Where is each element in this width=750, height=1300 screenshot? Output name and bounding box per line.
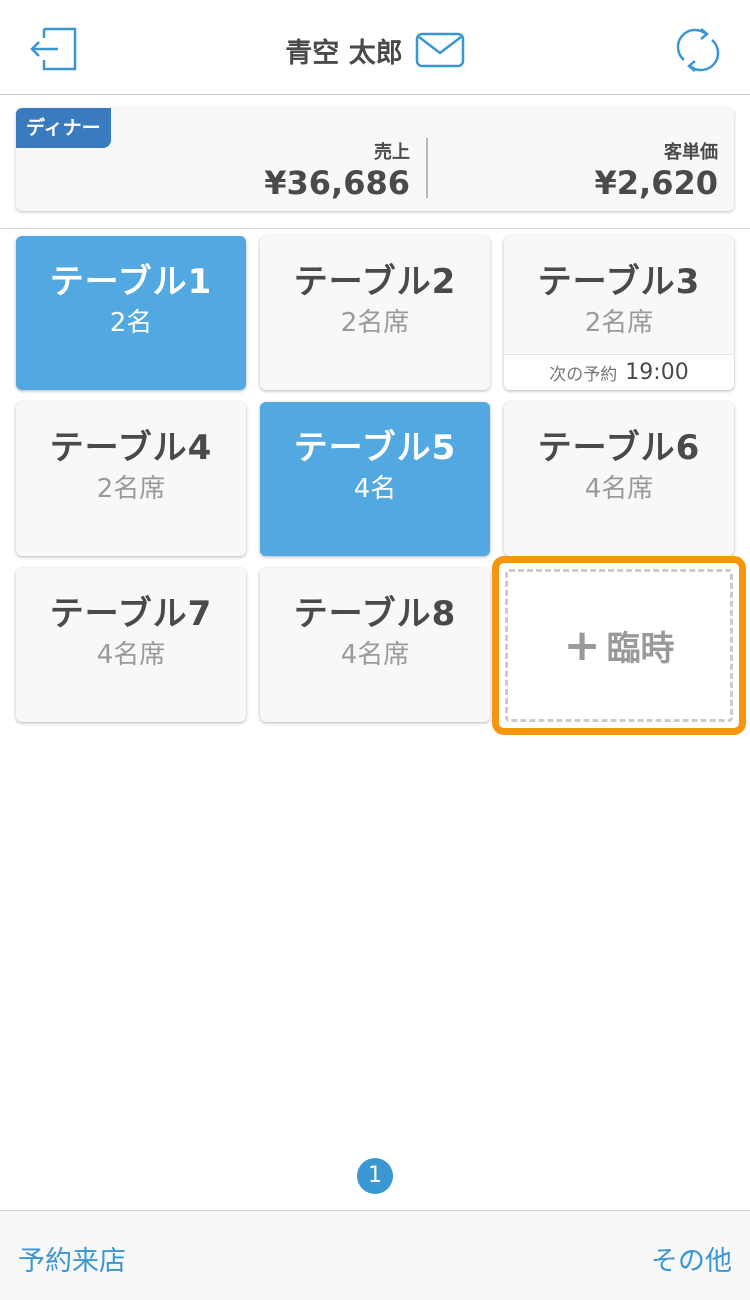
table-seats: 4名 — [353, 474, 397, 504]
table-seats: 4名席 — [340, 640, 410, 670]
temporary-table-label: 臨時 — [606, 629, 675, 669]
table-seats: 2名 — [109, 308, 153, 338]
table-seats: 2名席 — [340, 308, 410, 338]
add-temporary-table-button[interactable]: + 臨時 — [492, 556, 746, 735]
sales-summary-card: ディナー 売上 ¥36,686 客単価 ¥2,620 — [16, 108, 734, 211]
table-name: テーブル5 — [293, 428, 457, 468]
other-menu-button[interactable]: その他 — [651, 1239, 732, 1278]
table-tile-8[interactable]: テーブル8 4名席 — [260, 568, 490, 722]
table-tile-1[interactable]: テーブル1 2名 — [16, 236, 246, 390]
table-tile-7[interactable]: テーブル7 4名席 — [16, 568, 246, 722]
table-name: テーブル1 — [49, 262, 213, 302]
sales-label: 売上 — [374, 142, 410, 163]
table-name: テーブル2 — [293, 262, 457, 302]
table-seats: 2名席 — [584, 308, 654, 338]
table-name: テーブル4 — [49, 428, 213, 468]
temporary-table-dashed-area: + 臨時 — [505, 569, 733, 722]
table-seats: 4名席 — [584, 474, 654, 504]
reservation-arrival-button[interactable]: 予約来店 — [18, 1239, 126, 1278]
service-period-badge: ディナー — [16, 108, 111, 148]
table-name: テーブル7 — [49, 594, 213, 634]
next-reservation-time: 19:00 — [625, 360, 689, 385]
unit-price-label: 客単価 — [664, 142, 718, 163]
sales-value: ¥36,686 — [264, 164, 410, 202]
app-root: 青空 太郎 ディナー 売上 ¥36,686 客単価 ¥2,620 テーブル1 2… — [0, 0, 750, 1300]
refresh-icon[interactable] — [674, 26, 722, 74]
header-bar: 青空 太郎 — [0, 0, 750, 95]
unit-price-value: ¥2,620 — [594, 164, 718, 202]
mail-icon[interactable] — [415, 32, 465, 68]
next-reservation-label: 次の予約 — [549, 365, 618, 385]
table-tile-5[interactable]: テーブル5 4名 — [260, 402, 490, 556]
table-tile-2[interactable]: テーブル2 2名席 — [260, 236, 490, 390]
header-title-group: 青空 太郎 — [0, 30, 750, 70]
table-name: テーブル6 — [537, 428, 701, 468]
table-name: テーブル3 — [537, 262, 701, 302]
section-divider — [0, 228, 750, 229]
footer-bar: 予約来店 その他 — [0, 1210, 750, 1300]
table-seats: 2名席 — [96, 474, 166, 504]
user-name: 青空 太郎 — [285, 37, 403, 69]
table-tile-6[interactable]: テーブル6 4名席 — [504, 402, 734, 556]
table-tile-3[interactable]: テーブル3 2名席 次の予約 19:00 — [504, 236, 734, 390]
next-reservation: 次の予約 19:00 — [504, 354, 734, 390]
summary-divider — [426, 138, 428, 198]
table-name: テーブル8 — [293, 594, 457, 634]
plus-icon: + — [563, 619, 601, 671]
table-tile-4[interactable]: テーブル4 2名席 — [16, 402, 246, 556]
page-indicator[interactable]: 1 — [357, 1158, 393, 1194]
table-seats: 4名席 — [96, 640, 166, 670]
